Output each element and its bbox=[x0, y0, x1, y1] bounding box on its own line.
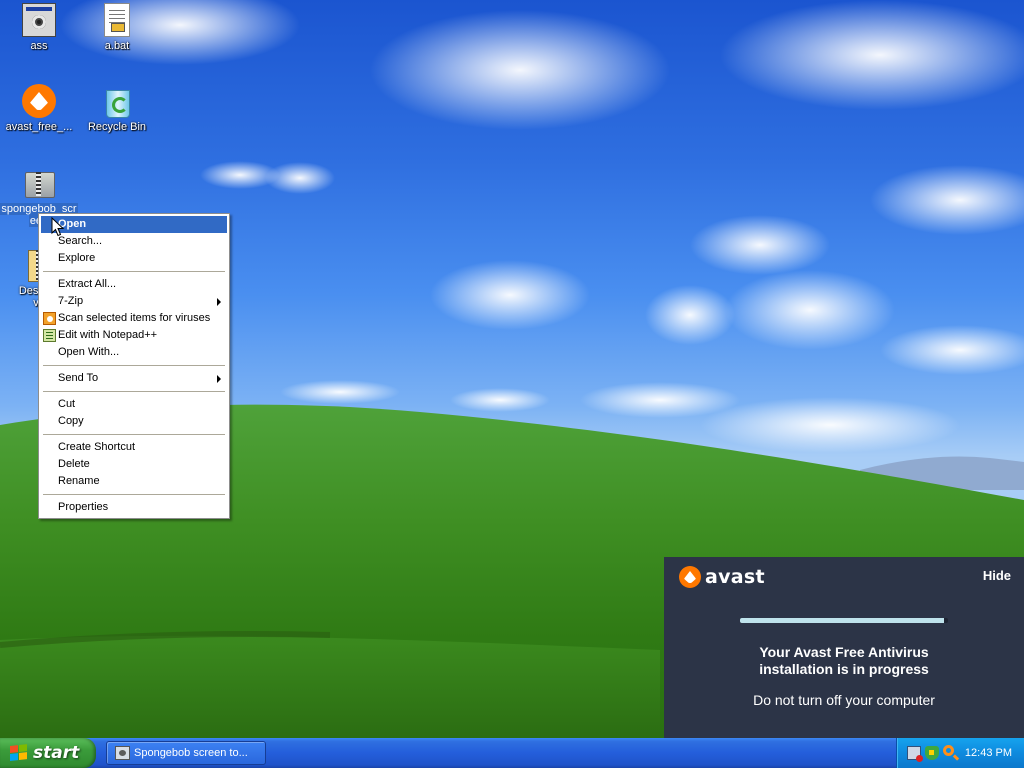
desktop-icon-ass[interactable]: ass bbox=[0, 3, 78, 52]
menu-item-explore[interactable]: Explore bbox=[41, 250, 227, 267]
avast-icon bbox=[43, 312, 56, 325]
menu-item-label: Properties bbox=[58, 501, 109, 513]
taskbar: start Spongebob screen to... 12:43 PM bbox=[0, 738, 1024, 768]
desktop-icon-recycle-bin[interactable]: Recycle Bin bbox=[78, 84, 156, 133]
avast-installer-icon bbox=[22, 84, 56, 118]
menu-item-open-with[interactable]: Open With... bbox=[41, 344, 227, 361]
menu-item-label: Explore bbox=[58, 252, 96, 264]
menu-item-rename[interactable]: Rename bbox=[41, 473, 227, 490]
menu-separator bbox=[43, 434, 225, 435]
clock[interactable]: 12:43 PM bbox=[965, 738, 1012, 768]
avast-logo-icon bbox=[679, 566, 701, 588]
menu-item-label: Edit with Notepad++ bbox=[58, 329, 158, 341]
menu-separator bbox=[43, 494, 225, 495]
start-button[interactable]: start bbox=[0, 738, 96, 768]
batch-file-icon bbox=[104, 3, 130, 37]
recycle-bin-icon bbox=[100, 84, 134, 118]
windows-flag-icon bbox=[10, 744, 28, 762]
menu-item-cut[interactable]: Cut bbox=[41, 396, 227, 413]
install-status-title: Your Avast Free Antivirus installation i… bbox=[664, 644, 1024, 678]
menu-item-properties[interactable]: Properties bbox=[41, 499, 227, 516]
menu-item-delete[interactable]: Delete bbox=[41, 456, 227, 473]
menu-separator bbox=[43, 271, 225, 272]
notepad-plus-plus-icon bbox=[43, 329, 56, 342]
avast-logo-text: avast bbox=[705, 566, 765, 588]
menu-item-label: Cut bbox=[58, 398, 76, 410]
avast-shield-icon[interactable] bbox=[925, 746, 939, 760]
program-icon bbox=[22, 3, 56, 37]
menu-item-label: Create Shortcut bbox=[58, 441, 136, 453]
system-tray: 12:43 PM bbox=[896, 738, 1024, 768]
menu-item-label: Open With... bbox=[58, 346, 120, 358]
avast-installer-panel: avast Hide Your Avast Free Antivirus ins… bbox=[664, 557, 1024, 738]
install-warning-text: Do not turn off your computer bbox=[753, 692, 935, 708]
taskbar-button-spongebob[interactable]: Spongebob screen to... bbox=[106, 741, 266, 765]
menu-item-create-shortcut[interactable]: Create Shortcut bbox=[41, 439, 227, 456]
desktop-icon-label: ass bbox=[30, 40, 48, 52]
network-icon[interactable] bbox=[907, 746, 923, 762]
menu-item-label: Rename bbox=[58, 475, 100, 487]
menu-item-send-to[interactable]: Send To bbox=[41, 370, 227, 387]
install-progress-bar bbox=[740, 618, 948, 623]
avast-logo: avast bbox=[679, 566, 765, 588]
menu-item-label: Scan selected items for viruses bbox=[58, 312, 211, 324]
menu-item-extract-all[interactable]: Extract All... bbox=[41, 276, 227, 293]
menu-item-open[interactable]: Open bbox=[41, 216, 227, 233]
menu-item-label: 7-Zip bbox=[58, 295, 84, 307]
menu-item-label: Copy bbox=[58, 415, 84, 427]
submenu-arrow-icon bbox=[217, 298, 221, 306]
menu-item-edit-notepad-plus-plus[interactable]: Edit with Notepad++ bbox=[41, 327, 227, 344]
mouse-cursor-icon bbox=[51, 217, 65, 237]
menu-item-label: Extract All... bbox=[58, 278, 117, 290]
menu-item-scan-viruses[interactable]: Scan selected items for viruses bbox=[41, 310, 227, 327]
install-status-line1: Your Avast Free Antivirus bbox=[759, 644, 929, 660]
start-label: start bbox=[33, 743, 80, 763]
menu-item-7zip[interactable]: 7-Zip bbox=[41, 293, 227, 310]
submenu-arrow-icon bbox=[217, 375, 221, 383]
desktop-icon-label: avast_free_... bbox=[5, 121, 73, 133]
desktop-icon-avast-installer[interactable]: avast_free_... bbox=[0, 84, 78, 133]
zip-folder-icon bbox=[22, 166, 56, 200]
context-menu: Open Search... Explore Extract All... 7-… bbox=[38, 213, 230, 519]
menu-separator bbox=[43, 365, 225, 366]
program-icon bbox=[115, 746, 130, 760]
menu-item-label: Delete bbox=[58, 458, 90, 470]
install-status-line2: installation is in progress bbox=[759, 661, 929, 677]
hide-button[interactable]: Hide bbox=[983, 568, 1011, 583]
install-progress-fill bbox=[740, 618, 944, 623]
menu-item-search[interactable]: Search... bbox=[41, 233, 227, 250]
menu-item-copy[interactable]: Copy bbox=[41, 413, 227, 430]
search-icon[interactable] bbox=[943, 745, 954, 756]
menu-item-label: Send To bbox=[58, 372, 99, 384]
desktop-icon-a-bat[interactable]: a.bat bbox=[78, 3, 156, 52]
menu-separator bbox=[43, 391, 225, 392]
desktop-icon-label: a.bat bbox=[104, 40, 130, 52]
taskbar-button-label: Spongebob screen to... bbox=[134, 747, 248, 759]
desktop-icon-label: Recycle Bin bbox=[87, 121, 147, 133]
